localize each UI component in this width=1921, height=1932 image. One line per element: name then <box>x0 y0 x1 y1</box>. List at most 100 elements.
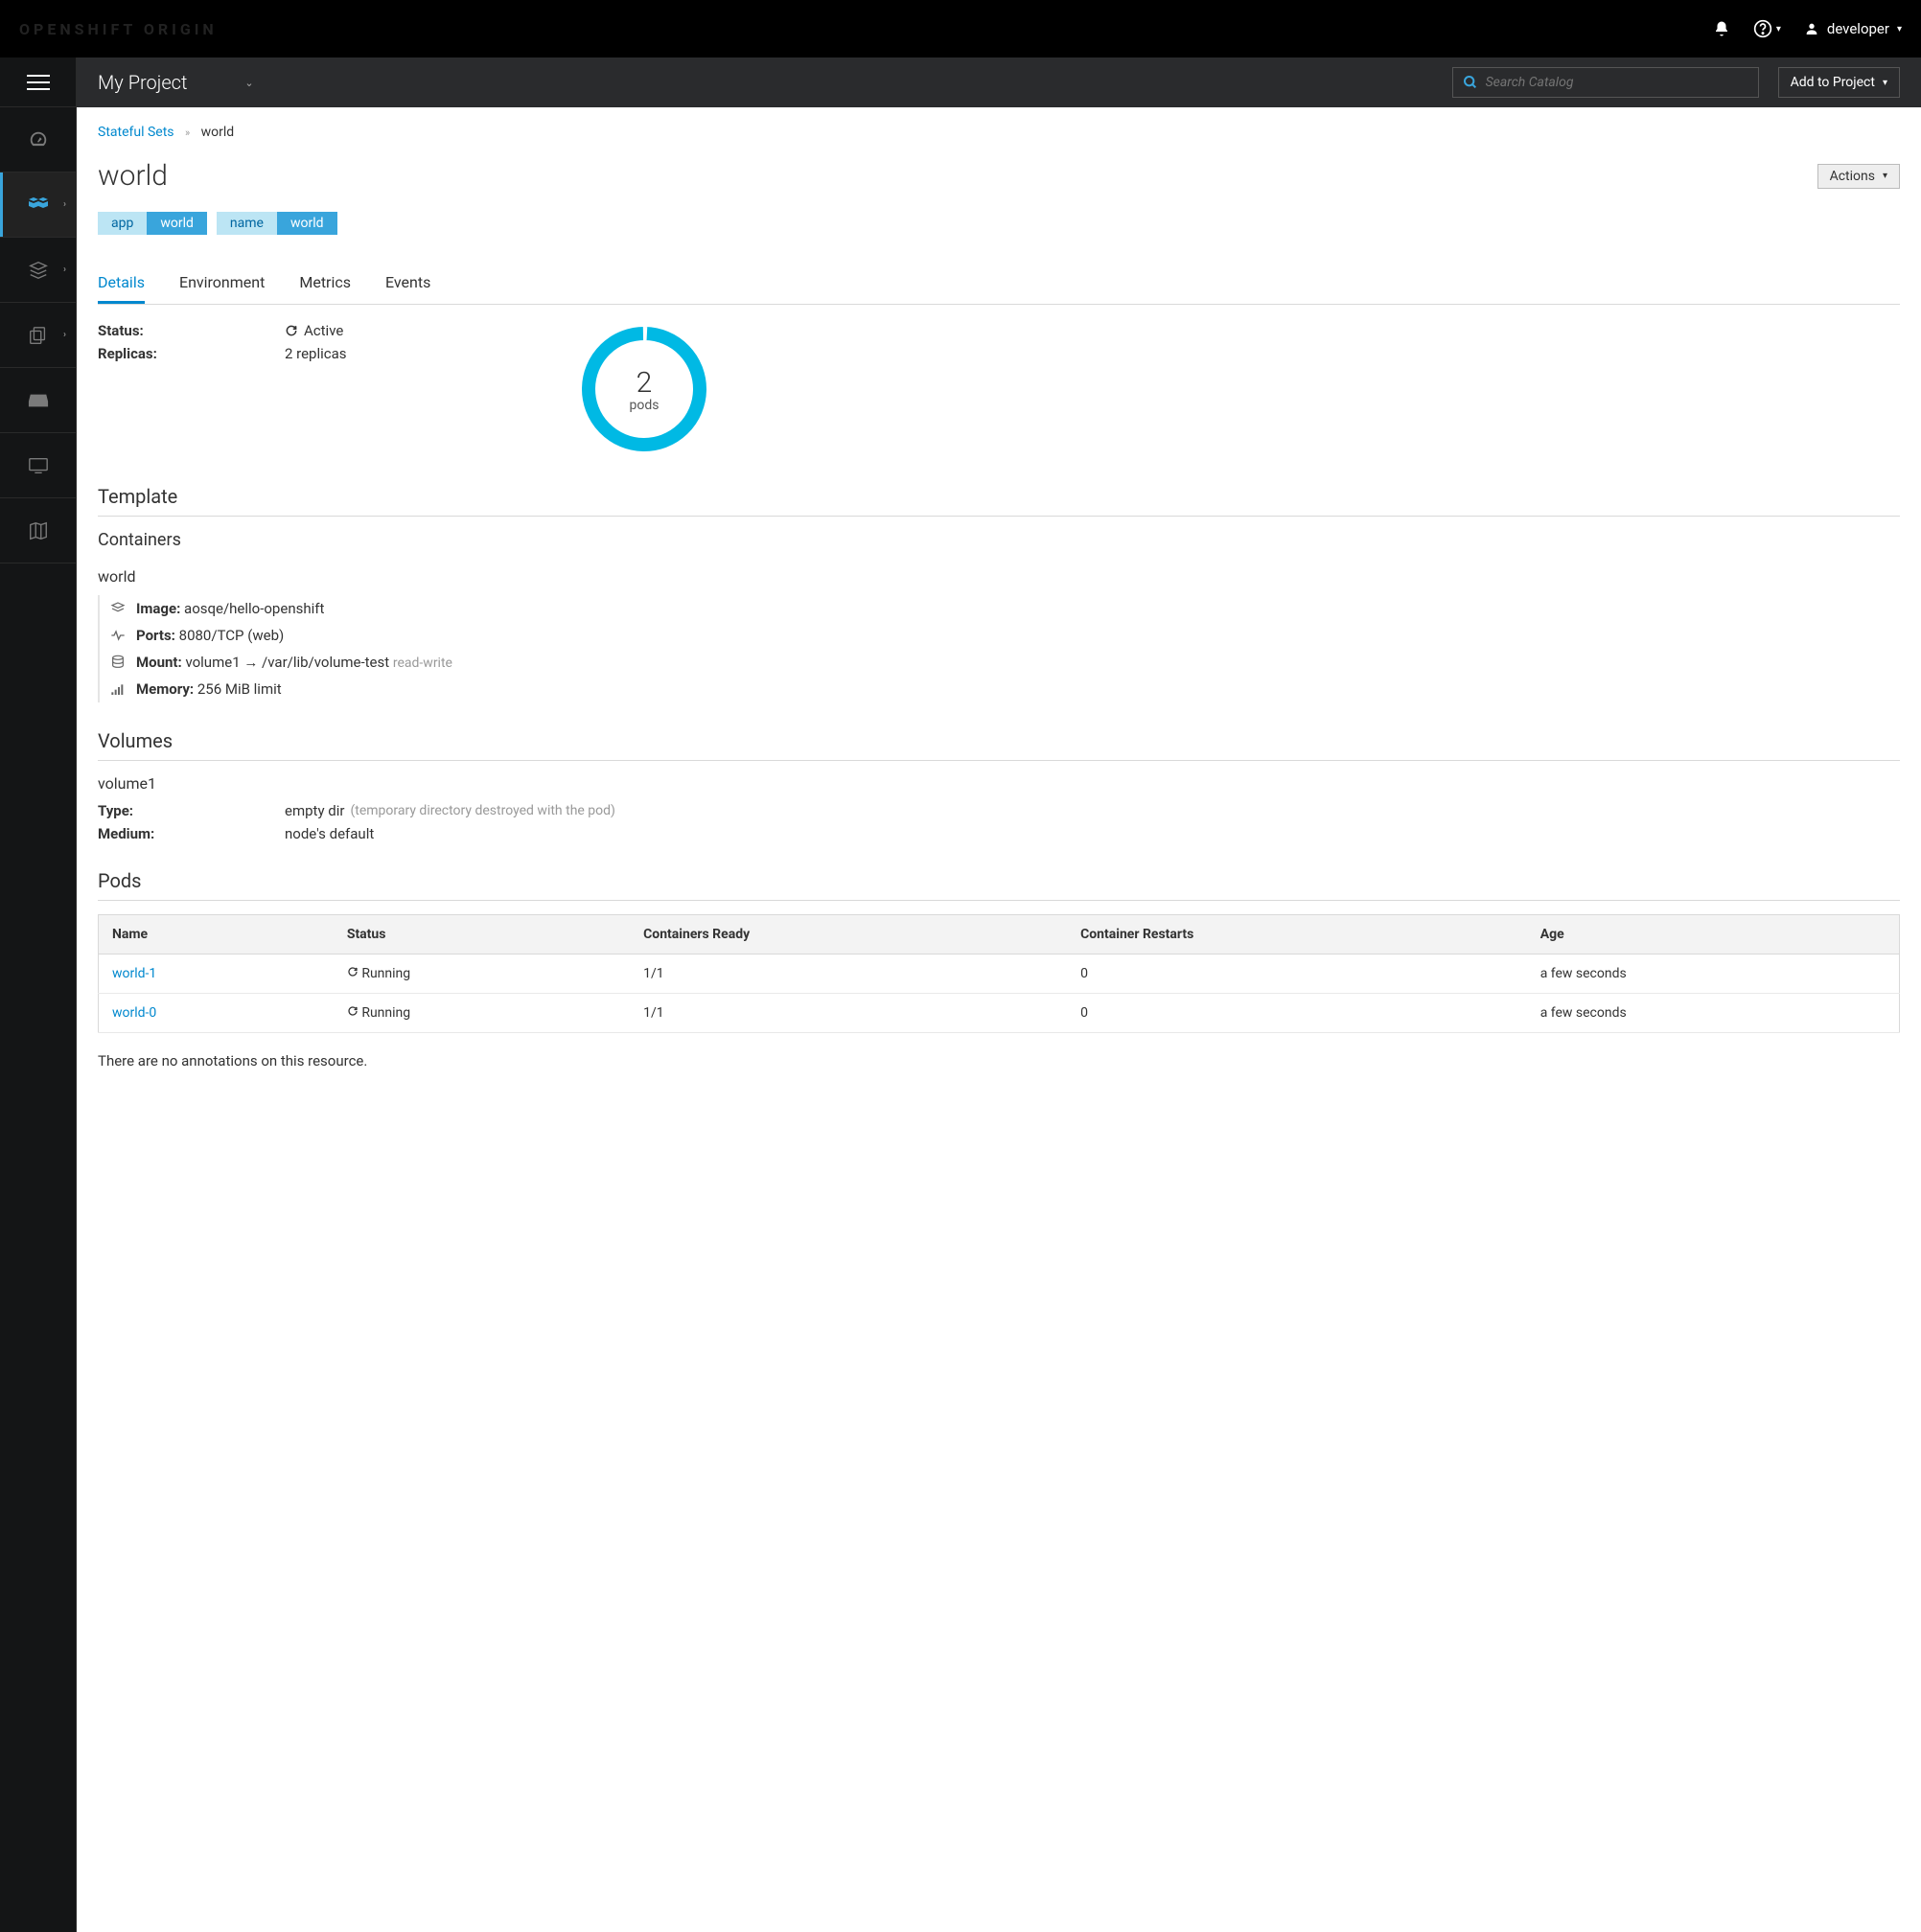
label-chip[interactable]: appworld <box>98 212 207 235</box>
mount-icon <box>109 655 127 670</box>
chevron-down-icon: ▾ <box>1883 171 1887 181</box>
cubes-icon <box>27 194 50 217</box>
label-key: app <box>98 212 147 235</box>
chevron-down-icon: ⌄ <box>244 77 253 89</box>
brand-logo: OPENSHIFT ORIGIN <box>19 20 218 38</box>
col-age[interactable]: Age <box>1527 915 1900 954</box>
chevron-right-icon: › <box>63 199 66 210</box>
page-title: world <box>98 159 168 193</box>
search-input[interactable] <box>1486 75 1748 90</box>
nav-resources[interactable]: › <box>0 303 76 368</box>
actions-label: Actions <box>1830 169 1875 184</box>
add-to-project-button[interactable]: Add to Project ▾ <box>1778 67 1900 98</box>
tab-details[interactable]: Details <box>98 264 145 304</box>
user-menu[interactable]: developer ▾ <box>1804 20 1902 37</box>
pod-restarts: 0 <box>1067 994 1527 1033</box>
copy-icon <box>28 325 49 346</box>
label-value: world <box>277 212 337 235</box>
table-row: world-0 Running 1/1 0 a few seconds <box>99 994 1900 1033</box>
refresh-icon <box>347 966 359 978</box>
tabs: Details Environment Metrics Events <box>98 264 1900 305</box>
volume-type-value: empty dir (temporary directory destroyed… <box>285 802 615 819</box>
user-icon <box>1804 21 1819 36</box>
tab-environment[interactable]: Environment <box>179 264 265 304</box>
refresh-icon <box>285 324 298 337</box>
col-name[interactable]: Name <box>99 915 334 954</box>
pods-donut[interactable]: 2 pods <box>577 322 711 456</box>
nav-overview[interactable] <box>0 107 76 172</box>
status-label: Status: <box>98 322 285 339</box>
pod-age: a few seconds <box>1527 954 1900 994</box>
pods-heading: Pods <box>98 869 1900 901</box>
template-heading: Template <box>98 485 1900 517</box>
tab-events[interactable]: Events <box>385 264 430 304</box>
label-value: world <box>147 212 207 235</box>
search-catalog[interactable] <box>1452 67 1759 98</box>
replicas-label: Replicas: <box>98 345 285 362</box>
status-value: Active <box>285 322 343 339</box>
map-icon <box>28 520 49 541</box>
pods-count: 2 <box>636 366 653 400</box>
labels-row: appworld nameworld <box>98 212 1900 235</box>
tab-metrics[interactable]: Metrics <box>299 264 351 304</box>
col-restarts[interactable]: Container Restarts <box>1067 915 1527 954</box>
pods-label: pods <box>630 398 660 413</box>
breadcrumb-separator-icon: » <box>185 126 190 139</box>
nav-storage[interactable] <box>0 368 76 433</box>
project-name: My Project <box>98 71 187 94</box>
breadcrumb-current: world <box>201 125 235 140</box>
storage-icon <box>28 392 49 409</box>
memory-icon <box>109 682 127 696</box>
pod-status: Running <box>334 994 630 1033</box>
monitor-icon <box>28 456 49 475</box>
breadcrumb: Stateful Sets » world <box>98 125 1900 140</box>
chevron-right-icon: › <box>63 330 66 340</box>
pod-link[interactable]: world-1 <box>112 966 156 981</box>
volumes-heading: Volumes <box>98 729 1900 761</box>
project-selector[interactable]: My Project ⌄ <box>98 71 254 94</box>
chevron-right-icon: › <box>63 264 66 275</box>
nav-applications[interactable]: › <box>0 172 76 238</box>
layers-icon <box>28 260 49 281</box>
pod-status: Running <box>334 954 630 994</box>
ports-icon <box>109 630 127 641</box>
col-status[interactable]: Status <box>334 915 630 954</box>
container-name: world <box>98 567 1900 586</box>
nav-builds[interactable]: › <box>0 238 76 303</box>
add-to-project-label: Add to Project <box>1791 75 1875 90</box>
pod-age: a few seconds <box>1527 994 1900 1033</box>
table-row: world-1 Running 1/1 0 a few seconds <box>99 954 1900 994</box>
pod-ready: 1/1 <box>630 954 1067 994</box>
search-icon <box>1463 75 1478 90</box>
dashboard-icon <box>28 129 49 150</box>
volume-name: volume1 <box>98 774 1900 793</box>
pod-link[interactable]: world-0 <box>112 1005 156 1021</box>
chevron-down-icon: ▾ <box>1897 24 1902 34</box>
project-bar: My Project ⌄ Add to Project ▾ <box>77 58 1921 107</box>
label-key: name <box>217 212 277 235</box>
annotations-message: There are no annotations on this resourc… <box>98 1052 1900 1070</box>
pods-table: Name Status Containers Ready Container R… <box>98 914 1900 1033</box>
pod-restarts: 0 <box>1067 954 1527 994</box>
image-icon <box>109 601 127 616</box>
help-menu[interactable]: ▾ <box>1753 19 1781 38</box>
volume-medium-value: node's default <box>285 825 374 842</box>
vertical-nav: › › › <box>0 58 77 1932</box>
col-ready[interactable]: Containers Ready <box>630 915 1067 954</box>
label-chip[interactable]: nameworld <box>217 212 337 235</box>
refresh-icon <box>347 1005 359 1017</box>
pod-ready: 1/1 <box>630 994 1067 1033</box>
nav-catalog[interactable] <box>0 498 76 564</box>
user-name: developer <box>1827 20 1889 37</box>
help-icon <box>1753 19 1772 38</box>
masthead-right: ▾ developer ▾ <box>1713 19 1902 38</box>
replicas-value: 2 replicas <box>285 345 347 362</box>
bell-icon[interactable] <box>1713 20 1730 37</box>
hamburger-menu[interactable] <box>0 58 76 107</box>
breadcrumb-parent-link[interactable]: Stateful Sets <box>98 125 174 140</box>
actions-menu[interactable]: Actions ▾ <box>1817 164 1900 189</box>
volume-type-label: Type: <box>98 802 285 819</box>
chevron-down-icon: ▾ <box>1883 78 1887 88</box>
container-details: Image: aosqe/hello-openshift Ports: 8080… <box>98 595 1900 702</box>
nav-monitoring[interactable] <box>0 433 76 498</box>
